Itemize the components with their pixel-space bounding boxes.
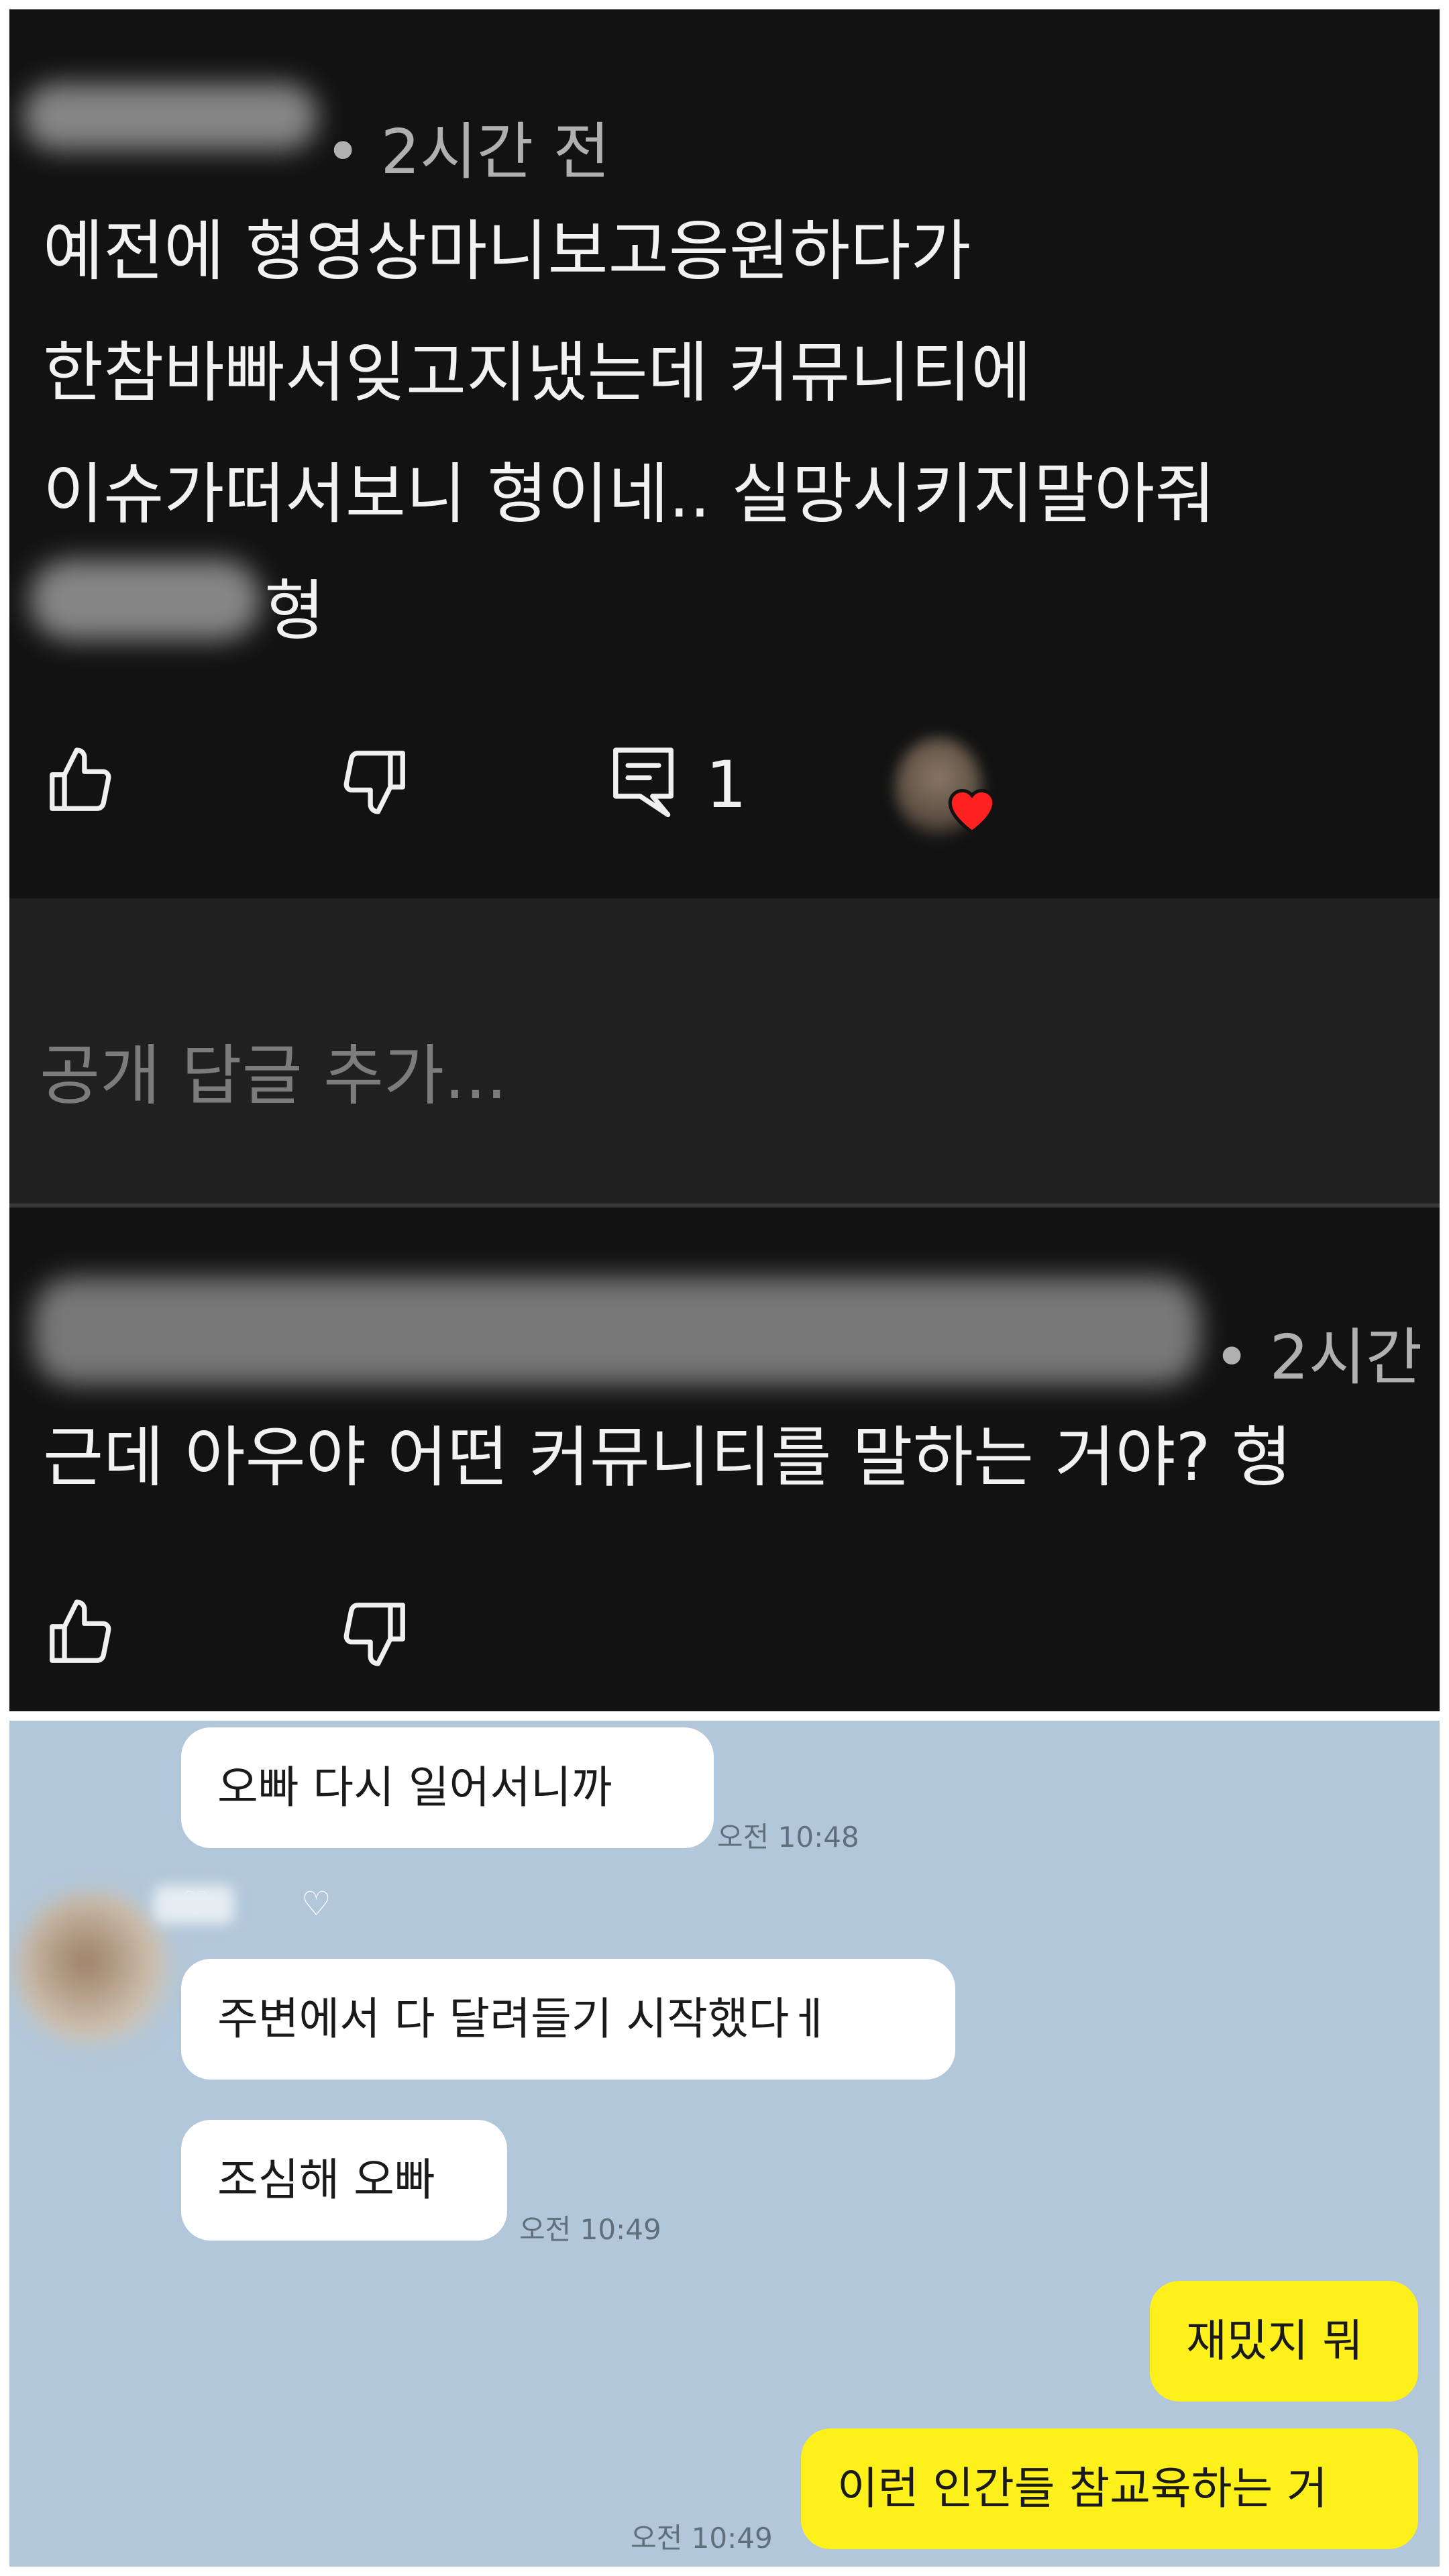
chat-bubble-out[interactable]: 이런 인간들 참교육하는 거 — [801, 2428, 1418, 2549]
like-icon — [50, 1599, 111, 1663]
reply-dislike-button[interactable] — [338, 1596, 412, 1670]
reply-input-placeholder[interactable]: 공개 답글 추가... — [40, 1022, 507, 1118]
mentioned-name-blurred — [30, 559, 261, 640]
creator-heart-badge — [881, 731, 1016, 851]
message-time: 오전 10:49 — [519, 2213, 661, 2246]
reply-count: 1 — [706, 747, 747, 822]
like-button[interactable] — [43, 744, 117, 818]
section-divider — [9, 1203, 1440, 1208]
comment-line-2: 한참바빠서잊고지냈는데 커뮤니티에 — [43, 335, 1032, 411]
reply-timestamp: • 2시간 — [1214, 1322, 1423, 1393]
like-icon — [50, 747, 111, 811]
dislike-icon — [343, 1603, 405, 1666]
sender-avatar[interactable] — [16, 1892, 170, 2046]
reply-text: 근데 아우야 어떤 커뮤니티를 말하는 거야? 형 — [43, 1419, 1292, 1496]
creator-heart-icon — [948, 789, 996, 835]
dislike-icon — [343, 751, 405, 814]
comment-line-1: 예전에 형영상마니보고응원하다가 — [43, 213, 971, 290]
reply-input-area[interactable]: 공개 답글 추가... — [9, 898, 1440, 1203]
comment-timestamp: • 2시간 전 — [325, 116, 610, 188]
sender-name-blurred — [154, 1885, 234, 1924]
comment-icon — [613, 747, 674, 818]
dislike-button[interactable] — [338, 744, 412, 818]
comment-line-3: 이슈가떠서보니 형이네.. 실망시키지말아줘 — [43, 456, 1216, 533]
message-time: 오전 10:48 — [717, 1821, 859, 1854]
chat-bubble-out[interactable]: 재밌지 뭐 — [1150, 2281, 1418, 2402]
comment-line-4: 형 — [264, 573, 325, 649]
reply-like-button[interactable] — [43, 1596, 117, 1670]
kakaotalk-chat: 오빠 다시 일어서니까 오전 10:48 ♡ ♡ 주변에서 다 달려들기 시작했… — [9, 1721, 1440, 2567]
chat-bubble-in[interactable]: 주변에서 다 달려들기 시작했다ㅔ — [181, 1959, 955, 2080]
chat-bubble-in[interactable]: 오빠 다시 일어서니까 — [181, 1727, 714, 1848]
message-time: 오전 10:49 — [631, 2522, 773, 2555]
chat-bubble-in[interactable]: 조심해 오빠 — [181, 2120, 507, 2241]
reply-author-blurred — [33, 1277, 1200, 1385]
replies-button[interactable]: 1 — [606, 741, 781, 822]
heart-icon: ♡ — [301, 1884, 331, 1923]
youtube-comment-panel: • 2시간 전 예전에 형영상마니보고응원하다가 한참바빠서잊고지냈는데 커뮤니… — [9, 9, 1440, 1711]
commenter-name-blurred — [23, 83, 318, 150]
